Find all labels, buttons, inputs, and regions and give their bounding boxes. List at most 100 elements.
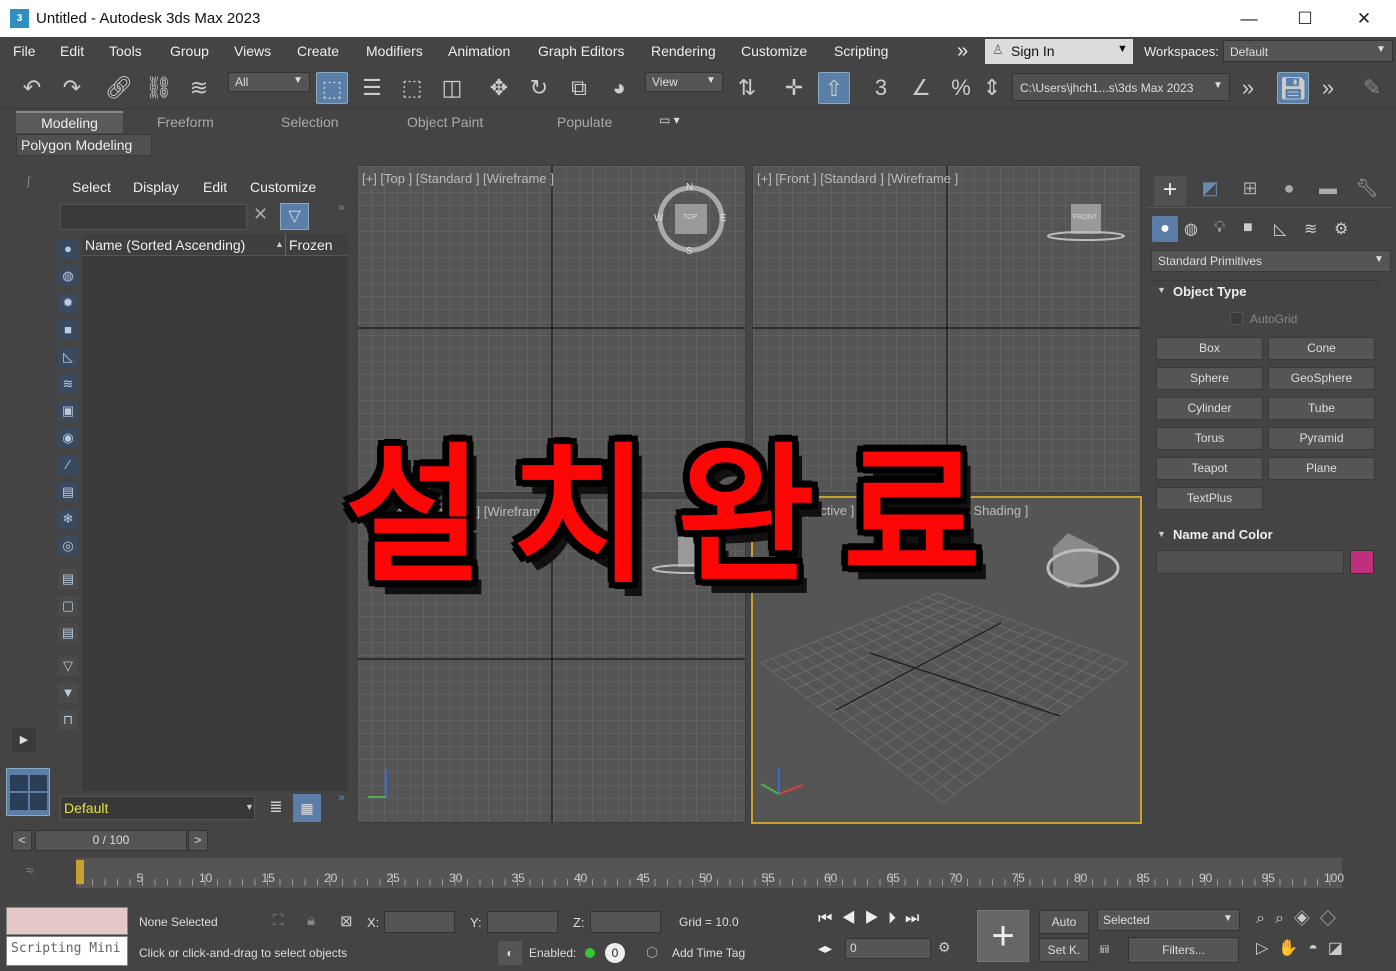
name-color-title[interactable]: Name and Color xyxy=(1173,527,1273,542)
workspace-dropdown[interactable]: Default ▼ xyxy=(1223,40,1393,62)
object-type-title[interactable]: Object Type xyxy=(1173,284,1246,299)
box-button[interactable]: Box xyxy=(1156,337,1263,360)
clear-icon[interactable]: ✕ xyxy=(253,204,268,225)
scene-menu-customize[interactable]: Customize xyxy=(250,179,316,195)
sign-in-button[interactable]: ♙ Sign In ▼ xyxy=(985,39,1133,64)
filter-settings-icon[interactable]: ▽ xyxy=(58,656,78,676)
modify-tab-icon[interactable]: ◩ xyxy=(1194,178,1226,199)
set-key-icon[interactable]: + xyxy=(977,910,1029,962)
filter-icon[interactable]: ▽ xyxy=(280,203,309,230)
select-object-icon[interactable]: ⬚ xyxy=(316,72,348,104)
window-crossing-icon[interactable]: ◫ xyxy=(436,72,468,104)
motion-tab-icon[interactable]: ● xyxy=(1273,178,1305,199)
project-path-dropdown[interactable]: C:\Users\jhch1...s\3ds Max 2023 ▼ xyxy=(1012,73,1230,101)
curve-editor-icon[interactable]: ≈ xyxy=(26,862,34,878)
invert-display-icon[interactable]: ▤ xyxy=(58,623,78,643)
frozen-filter-icon[interactable]: ❄ xyxy=(58,509,78,529)
viewport-front-label[interactable]: [+] [Front ] [Standard ] [Wireframe ] xyxy=(757,171,958,186)
move-icon[interactable]: ✥ xyxy=(483,72,515,104)
bones-filter-icon[interactable]: ∕ xyxy=(58,455,78,475)
maxscript-listener[interactable] xyxy=(6,907,128,935)
tab-selection[interactable]: Selection xyxy=(281,114,339,130)
reference-coordinate-dropdown[interactable]: View ▼ xyxy=(645,72,723,92)
filters-button[interactable]: Filters... xyxy=(1128,937,1239,963)
display-all-icon[interactable]: ▤ xyxy=(58,569,78,589)
groups-filter-icon[interactable]: ▣ xyxy=(58,401,78,421)
playback-controls[interactable]: ⏮︎◀︎▶︎⏵︎⏭︎ xyxy=(818,910,928,928)
tab-populate[interactable]: Populate xyxy=(557,114,612,130)
z-input[interactable] xyxy=(590,911,661,933)
scene-explorer-toggle-icon[interactable]: ▦ xyxy=(293,794,321,822)
menu-graph-editors[interactable]: Graph Editors xyxy=(538,43,624,59)
lock-icon[interactable]: 🔒︎ xyxy=(307,912,315,929)
add-time-tag[interactable]: Add Time Tag xyxy=(672,946,745,960)
viewcube[interactable]: TOP xyxy=(683,214,697,221)
lights-icon[interactable]: 💡︎ xyxy=(1214,219,1225,237)
menu-rendering[interactable]: Rendering xyxy=(651,43,716,59)
save-icon[interactable]: 💾︎ xyxy=(1277,72,1309,104)
enabled-count[interactable]: 0 xyxy=(605,943,625,963)
angle-snap-icon[interactable]: ∠ xyxy=(905,72,937,104)
select-by-name-icon[interactable]: ☰ xyxy=(356,72,388,104)
key-set-dropdown[interactable]: Selected ▼ xyxy=(1097,909,1240,931)
scene-list[interactable] xyxy=(82,256,348,791)
overflow-icon[interactable]: » xyxy=(338,200,345,214)
viewport-nav-bottom[interactable]: ▷✋◓◪ xyxy=(1256,938,1353,958)
select-manipulate-icon[interactable]: ✛ xyxy=(778,72,810,104)
time-slider[interactable]: 0 / 100 xyxy=(35,830,187,851)
hidden-filter-icon[interactable]: ◎ xyxy=(58,536,78,556)
maximize-button[interactable]: ☐ xyxy=(1282,6,1328,32)
percent-snap-icon[interactable]: % xyxy=(945,72,977,104)
display-none-icon[interactable]: ▢ xyxy=(58,596,78,616)
unlink-icon[interactable]: ⛓︎ xyxy=(143,72,175,104)
torus-button[interactable]: Torus xyxy=(1156,427,1263,450)
collapse-icon[interactable]: ▼ xyxy=(1157,529,1166,539)
layers-icon[interactable]: ≣ xyxy=(262,794,290,822)
time-config-icon[interactable]: ⚙︎ xyxy=(938,939,951,956)
rotate-icon[interactable]: ↻ xyxy=(523,72,555,104)
column-frozen[interactable]: Frozen xyxy=(289,237,333,253)
menu-create[interactable]: Create xyxy=(297,43,339,59)
scene-menu-display[interactable]: Display xyxy=(133,179,179,195)
cone-button[interactable]: Cone xyxy=(1268,337,1375,360)
scene-search-input[interactable] xyxy=(60,204,247,230)
spacewarps-filter-icon[interactable]: ≋ xyxy=(58,374,78,394)
menu-modifiers[interactable]: Modifiers xyxy=(366,43,423,59)
overflow-icon[interactable]: » xyxy=(1312,72,1344,104)
object-color-swatch[interactable] xyxy=(1350,550,1374,574)
helpers-filter-icon[interactable]: ◺ xyxy=(58,347,78,367)
shapes-filter-icon[interactable]: ◍ xyxy=(58,266,78,286)
selection-filter-dropdown[interactable]: All ▼ xyxy=(228,72,310,92)
xrefs-filter-icon[interactable]: ◉ xyxy=(58,428,78,448)
adaptive-degradation-icon[interactable]: ◐ xyxy=(498,941,522,965)
overflow-icon[interactable]: » xyxy=(338,790,345,804)
minimize-button[interactable]: — xyxy=(1226,6,1272,32)
tab-freeform[interactable]: Freeform xyxy=(157,114,214,130)
link-icon[interactable]: 🔗︎ xyxy=(103,72,135,104)
filter-icon[interactable]: ▼ xyxy=(58,683,78,703)
scene-menu-select[interactable]: Select xyxy=(72,179,111,195)
undo-icon[interactable]: ↶ xyxy=(16,72,48,104)
systems-icon[interactable]: ⚙︎ xyxy=(1334,219,1348,239)
autogrid-checkbox[interactable] xyxy=(1230,312,1243,325)
category-dropdown[interactable]: Standard Primitives ▼ xyxy=(1151,250,1391,272)
cameras-icon[interactable]: ■ xyxy=(1243,219,1253,237)
geometry-icon[interactable]: ● xyxy=(1152,216,1178,242)
viewcube[interactable]: FRONT xyxy=(1073,214,1097,221)
menu-file[interactable]: File xyxy=(13,43,36,59)
scene-menu-edit[interactable]: Edit xyxy=(203,179,227,195)
key-filters-icon[interactable]: ⩎ xyxy=(1100,940,1109,958)
tube-button[interactable]: Tube xyxy=(1268,397,1375,420)
menu-animation[interactable]: Animation xyxy=(448,43,510,59)
scripting-mini-input[interactable]: Scripting Mini xyxy=(6,936,128,966)
layer-dropdown[interactable]: Default ▼ xyxy=(60,796,255,820)
tab-modeling[interactable]: Modeling xyxy=(16,111,123,133)
hierarchy-tab-icon[interactable]: ⊞ xyxy=(1234,178,1266,199)
keyboard-shortcut-override-icon[interactable]: ⇧ xyxy=(818,72,850,104)
shapes-icon[interactable]: ◍ xyxy=(1184,219,1198,239)
polygon-modeling-panel[interactable]: Polygon Modeling xyxy=(16,134,152,156)
menu-edit[interactable]: Edit xyxy=(60,43,84,59)
brush-icon[interactable]: ✎ xyxy=(1356,72,1388,104)
teapot-button[interactable]: Teapot xyxy=(1156,457,1263,480)
menu-group[interactable]: Group xyxy=(170,43,209,59)
